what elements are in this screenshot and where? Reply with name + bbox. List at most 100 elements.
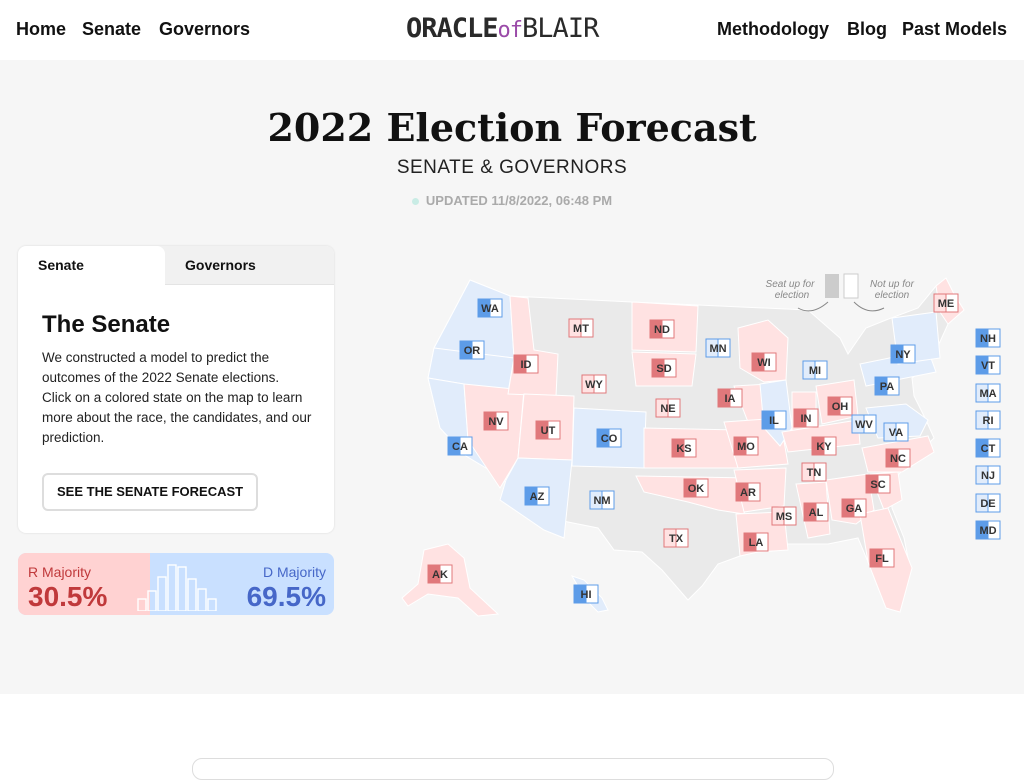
state-label-nd[interactable]: ND: [649, 319, 675, 339]
state-label-hi[interactable]: HI: [573, 584, 599, 604]
state-abbr-de: DE: [980, 498, 995, 510]
state-label-ne[interactable]: NE: [655, 398, 681, 418]
tab-governors[interactable]: Governors: [185, 246, 334, 284]
state-abbr-tx: TX: [669, 533, 684, 545]
state-abbr-wy: WY: [585, 379, 603, 391]
state-label-vt[interactable]: VT: [975, 355, 1001, 375]
state-label-tx[interactable]: TX: [663, 528, 689, 548]
state-label-ok[interactable]: OK: [683, 478, 709, 498]
state-abbr-ar: AR: [740, 487, 756, 499]
state-label-md[interactable]: MD: [975, 520, 1001, 540]
state-label-id[interactable]: ID: [513, 354, 539, 374]
state-abbr-nm: NM: [593, 495, 610, 507]
state-label-ct[interactable]: CT: [975, 438, 1001, 458]
state-abbr-ok: OK: [688, 483, 705, 495]
state-label-oh[interactable]: OH: [827, 396, 853, 416]
state-label-wv[interactable]: WV: [851, 414, 877, 434]
state-label-ia[interactable]: IA: [717, 388, 743, 408]
state-abbr-or: OR: [464, 345, 481, 357]
nav-past-models-link[interactable]: Past Models: [902, 19, 1007, 40]
state-abbr-md: MD: [979, 525, 996, 537]
state-label-pa[interactable]: PA: [874, 376, 900, 396]
us-election-map[interactable]: Seat up for election Not up for election W…: [388, 268, 1014, 620]
state-label-il[interactable]: IL: [761, 410, 787, 430]
status-dot-icon: [411, 198, 419, 206]
logo-of: of: [497, 18, 523, 43]
state-label-sd[interactable]: SD: [651, 358, 677, 378]
state-label-nm[interactable]: NM: [589, 490, 615, 510]
state-label-co[interactable]: CO: [596, 428, 622, 448]
logo-blair: BLAIR: [522, 13, 599, 44]
state-abbr-id: ID: [521, 359, 532, 371]
state-label-me[interactable]: ME: [933, 293, 959, 313]
d-majority-value: 69.5%: [246, 581, 326, 612]
state-label-wi[interactable]: WI: [751, 352, 777, 372]
state-label-ca[interactable]: CA: [447, 436, 473, 456]
state-label-ma[interactable]: MA: [975, 383, 1001, 403]
state-abbr-oh: OH: [832, 401, 849, 413]
state-label-wa[interactable]: WA: [477, 298, 503, 318]
state-abbr-wi: WI: [757, 357, 770, 369]
state-label-tn[interactable]: TN: [801, 462, 827, 482]
nav-home-link[interactable]: Home: [16, 19, 66, 40]
card-tabs: Senate Governors: [18, 246, 334, 285]
nav-senate-link[interactable]: Senate: [82, 19, 141, 40]
state-label-ri[interactable]: RI: [975, 410, 1001, 430]
page-title: 2022 Election Forecast: [267, 105, 757, 150]
map-legend: Seat up for election Not up for election: [766, 273, 915, 312]
state-label-mi[interactable]: MI: [802, 360, 828, 380]
updated-timestamp: UPDATED 11/8/2022, 06:48 PM: [0, 193, 1024, 208]
state-label-nh[interactable]: NH: [975, 328, 1001, 348]
state-abbr-hi: HI: [581, 589, 592, 601]
nav-blog-link[interactable]: Blog: [847, 19, 887, 40]
state-abbr-ri: RI: [983, 415, 994, 427]
nav-governors-link[interactable]: Governors: [159, 19, 250, 40]
state-label-al[interactable]: AL: [803, 502, 829, 522]
state-abbr-ga: GA: [846, 503, 863, 515]
site-logo[interactable]: ORACLEofBLAIR: [406, 13, 599, 44]
state-label-nc[interactable]: NC: [885, 448, 911, 468]
state-label-ms[interactable]: MS: [771, 506, 797, 526]
state-label-ga[interactable]: GA: [841, 498, 867, 518]
state-label-sc[interactable]: SC: [865, 474, 891, 494]
state-label-nv[interactable]: NV: [483, 411, 509, 431]
nav-methodology-link[interactable]: Methodology: [717, 19, 829, 40]
state-label-wy[interactable]: WY: [581, 374, 607, 394]
state-label-ut[interactable]: UT: [535, 420, 561, 440]
state-label-la[interactable]: LA: [743, 532, 769, 552]
see-senate-forecast-button[interactable]: SEE THE SENATE FORECAST: [42, 473, 259, 511]
state-label-va[interactable]: VA: [883, 422, 909, 442]
state-abbr-ct: CT: [981, 443, 996, 455]
state-abbr-ms: MS: [776, 511, 793, 523]
state-label-az[interactable]: AZ: [524, 486, 550, 506]
state-label-mt[interactable]: MT: [568, 318, 594, 338]
state-label-mn[interactable]: MN: [705, 338, 731, 358]
state-label-ar[interactable]: AR: [735, 482, 761, 502]
state-abbr-pa: PA: [880, 381, 895, 393]
state-label-fl[interactable]: FL: [869, 548, 895, 568]
state-abbr-ky: KY: [816, 441, 832, 453]
state-abbr-mt: MT: [573, 323, 589, 335]
state-label-ak[interactable]: AK: [427, 564, 453, 584]
top-nav: Home Senate Governors ORACLEofBLAIR Meth…: [0, 0, 1024, 60]
state-label-ny[interactable]: NY: [890, 344, 916, 364]
state-label-mo[interactable]: MO: [733, 436, 759, 456]
updated-text: UPDATED 11/8/2022, 06:48 PM: [425, 193, 613, 208]
majority-odds-bar[interactable]: R Majority 30.5% D Majority 69.5%: [18, 553, 334, 615]
state-abbr-wa: WA: [481, 303, 499, 315]
state-abbr-ca: CA: [452, 441, 468, 453]
state-abbr-ia: IA: [725, 393, 736, 405]
state-label-in[interactable]: IN: [793, 408, 819, 428]
state-label-nj[interactable]: NJ: [975, 465, 1001, 485]
state-abbr-nh: NH: [980, 333, 996, 345]
bottom-panel: [192, 758, 834, 780]
state-abbr-vt: VT: [981, 360, 995, 372]
state-abbr-wv: WV: [855, 419, 873, 431]
tab-senate[interactable]: Senate: [18, 246, 165, 285]
state-label-ks[interactable]: KS: [671, 438, 697, 458]
state-abbr-co: CO: [601, 433, 618, 445]
legend-swatch-up: [825, 274, 839, 298]
state-label-ky[interactable]: KY: [811, 436, 837, 456]
state-label-de[interactable]: DE: [975, 493, 1001, 513]
state-label-or[interactable]: OR: [459, 340, 485, 360]
